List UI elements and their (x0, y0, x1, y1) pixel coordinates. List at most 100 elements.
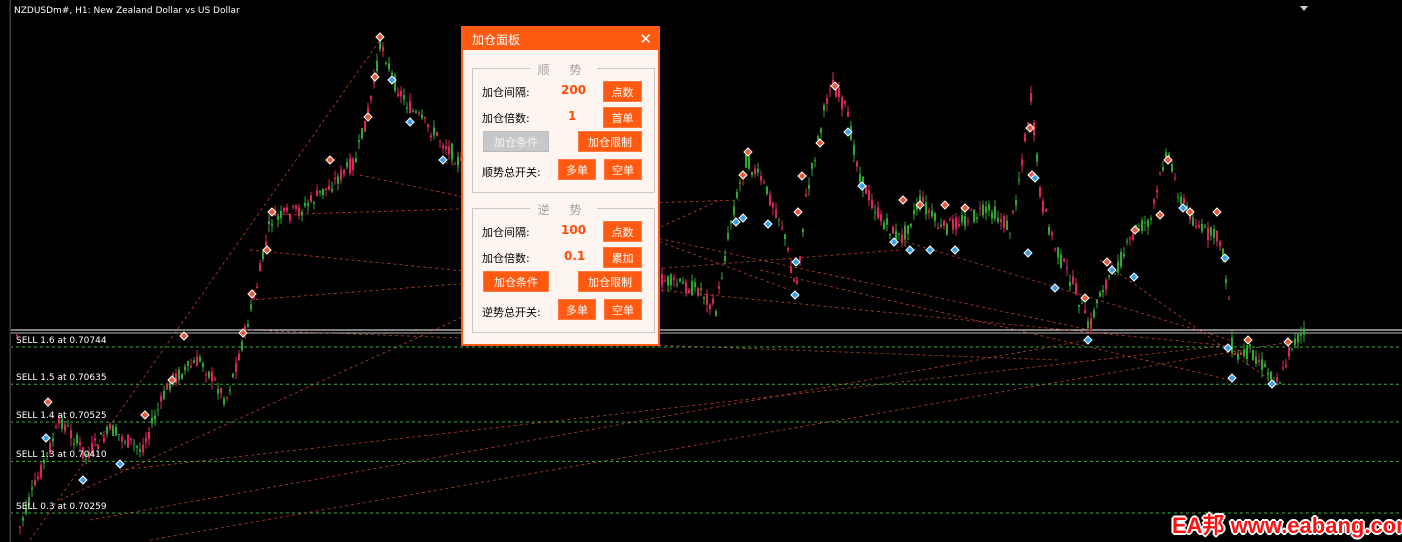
candle-body (694, 282, 696, 288)
order-line-label[interactable]: SELL 1.5 at 0.70635 (16, 373, 107, 383)
candle-body (1237, 353, 1239, 360)
candle-body (937, 227, 939, 229)
buy-entry-marker-icon (738, 213, 748, 223)
trend-first-order-button[interactable]: 首单 (603, 107, 642, 128)
candle-body (988, 204, 990, 211)
candle-body (457, 156, 459, 166)
sell-entry-marker-icon (793, 207, 803, 217)
candle-body (1039, 187, 1041, 197)
candle-body (856, 161, 858, 167)
candle-body (334, 177, 336, 180)
candle-body (1195, 225, 1197, 228)
chart-shift-marker-icon[interactable] (1300, 6, 1308, 11)
counter-accumulate-button[interactable]: 累加 (603, 247, 642, 268)
candle-body (1300, 332, 1302, 336)
counter-interval-value[interactable]: 100 (561, 223, 586, 237)
order-line-label[interactable]: SELL 1.4 at 0.70525 (16, 411, 107, 421)
candle-body (925, 202, 927, 215)
candle-body (760, 175, 762, 181)
counter-buy-button[interactable]: 多单 (558, 299, 596, 320)
candle-body (235, 363, 237, 372)
candle-body (382, 46, 384, 51)
candle-body (163, 390, 165, 399)
candle-body (781, 227, 783, 229)
trend-buy-button[interactable]: 多单 (558, 159, 596, 180)
candle-body (343, 169, 345, 175)
candle-body (1000, 219, 1002, 223)
trend-interval-label: 加仓间隔: (482, 86, 530, 99)
candle-body (250, 304, 252, 310)
candle-body (802, 228, 804, 233)
connector-line (759, 269, 1231, 381)
trend-add-condition-button[interactable]: 加仓条件 (483, 131, 549, 152)
candle-body (1042, 201, 1044, 213)
buy-entry-marker-icon (1023, 248, 1033, 258)
candle-body (1198, 225, 1200, 228)
sell-entry-marker-icon (1212, 207, 1222, 217)
price-chart[interactable]: NZDUSDm#, H1: New Zealand Dollar vs US D… (0, 0, 1402, 542)
counter-interval-points-button[interactable]: 点数 (603, 221, 642, 242)
candle-body (352, 158, 354, 171)
order-line-label[interactable]: SELL 1.6 at 0.70744 (16, 336, 107, 346)
candle-body (868, 190, 870, 201)
counter-multiple-value[interactable]: 0.1 (564, 249, 585, 263)
candle-body (220, 388, 222, 394)
candle-body (904, 225, 906, 240)
candle-body (1270, 371, 1272, 380)
candle-body (349, 158, 351, 174)
candle-body (817, 136, 819, 141)
candle-body (787, 248, 789, 251)
candle-body (1057, 247, 1059, 258)
order-line-label[interactable]: SELL 0.3 at 0.70259 (16, 502, 107, 512)
panel-header[interactable]: 加仓面板 ✕ (463, 28, 658, 50)
trend-add-limit-button[interactable]: 加仓限制 (578, 131, 642, 152)
candle-body (1243, 349, 1245, 357)
candle-body (70, 430, 72, 439)
candle-body (769, 194, 771, 206)
candle-body (121, 436, 123, 442)
trend-sell-button[interactable]: 空单 (604, 159, 642, 180)
candle-body (805, 194, 807, 197)
counter-add-condition-button[interactable]: 加仓条件 (483, 271, 549, 292)
candle-body (1294, 338, 1296, 346)
counter-sell-button[interactable]: 空单 (604, 299, 642, 320)
trend-multiple-label: 加仓倍数: (482, 112, 530, 125)
candle-body (397, 93, 399, 97)
candle-body (451, 143, 453, 160)
candle-body (772, 203, 774, 208)
candle-body (262, 250, 264, 260)
candle-body (280, 210, 282, 219)
chart-canvas[interactable] (0, 0, 1402, 542)
sell-entry-marker-icon (363, 112, 373, 122)
candle-body (985, 206, 987, 213)
candle-body (232, 373, 234, 378)
candle-body (1234, 353, 1236, 355)
candle-body (340, 169, 342, 180)
candle-body (829, 90, 831, 92)
candle-body (409, 101, 411, 113)
candle-body (1102, 289, 1104, 293)
candle-body (715, 311, 717, 316)
candle-body (94, 438, 96, 441)
candle-body (1060, 254, 1062, 268)
counter-add-limit-button[interactable]: 加仓限制 (578, 271, 642, 292)
candle-body (43, 459, 45, 464)
candle-body (946, 223, 948, 235)
candle-body (1207, 227, 1209, 241)
trend-interval-value[interactable]: 200 (561, 83, 586, 97)
order-line-label[interactable]: SELL 1.3 at 0.70410 (16, 450, 107, 460)
candle-body (1213, 229, 1215, 238)
sell-entry-marker-icon (1155, 210, 1165, 220)
trend-multiple-value[interactable]: 1 (568, 109, 576, 123)
candle-body (838, 88, 840, 98)
candle-body (304, 202, 306, 207)
candle-body (784, 234, 786, 240)
sell-entry-marker-icon (1130, 225, 1140, 235)
candle-body (931, 210, 933, 217)
candle-body (1120, 252, 1122, 267)
close-icon[interactable]: ✕ (639, 32, 652, 47)
trend-interval-points-button[interactable]: 点数 (603, 81, 642, 102)
candle-body (748, 156, 750, 169)
candle-body (1099, 292, 1101, 297)
candle-body (403, 95, 405, 100)
